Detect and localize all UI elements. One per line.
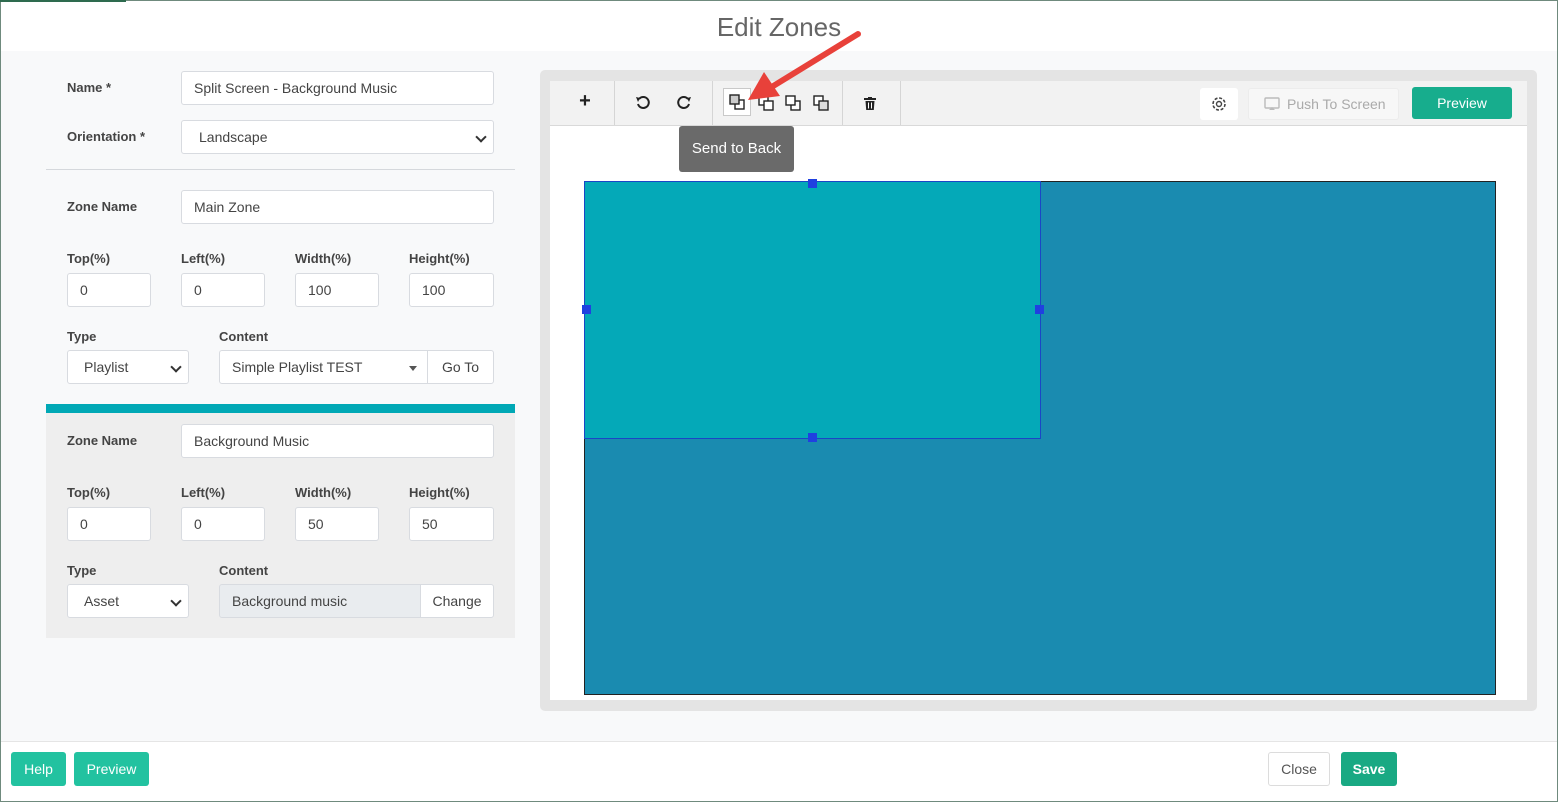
zone2-type-label: Type [67,563,97,578]
toolbar-separator [712,81,713,125]
annotation-arrow-icon [748,31,861,100]
zone1-top-label: Top(%) [67,251,111,266]
zone1-top-input[interactable]: 0 [67,273,151,307]
toolbar-separator [614,81,615,125]
save-button[interactable]: Save [1341,752,1397,786]
resize-handle-bottom[interactable] [808,433,817,442]
zone1-left-input[interactable]: 0 [181,273,265,307]
divider [46,169,515,170]
zone2-width-label: Width(%) [295,485,352,500]
zone2-content-field: Background music [219,584,421,618]
redo-icon[interactable] [674,93,694,113]
footer-divider [1,741,1557,742]
send-to-back-tooltip: Send to Back [679,126,794,172]
push-to-screen-label: Push To Screen [1287,96,1386,112]
undo-icon[interactable] [633,93,653,113]
zone1-content-select[interactable]: Simple Playlist TEST [219,350,428,384]
zone2-left-label: Left(%) [181,485,226,500]
zone2-top-label: Top(%) [67,485,111,500]
toolbar-preview-button[interactable]: Preview [1412,87,1512,119]
zone1-height-label: Height(%) [409,251,470,266]
orientation-select[interactable]: Landscape [181,120,494,154]
resize-handle-top[interactable] [808,179,817,188]
zone2-type-select[interactable]: Asset [67,584,189,618]
zone1-width-input[interactable]: 100 [295,273,379,307]
footer-preview-button[interactable]: Preview [74,752,149,786]
orientation-label: Orientation * [67,129,146,144]
gear-icon [1212,97,1226,111]
selected-zone[interactable] [584,181,1041,439]
add-zone-icon[interactable]: + [575,90,595,112]
zone1-type-select[interactable]: Playlist [67,350,189,384]
zone2-content-label: Content [219,563,269,578]
zone1-content-label: Content [219,329,269,344]
zone2-left-input[interactable]: 0 [181,507,265,541]
zone1-type-label: Type [67,329,97,344]
resize-handle-right[interactable] [1035,305,1044,314]
resize-handle-left[interactable] [582,305,591,314]
monitor-icon [1264,97,1280,110]
settings-button[interactable] [1200,88,1238,120]
zone2-top-input[interactable]: 0 [67,507,151,541]
zone1-height-input[interactable]: 100 [409,273,494,307]
zone1-width-label: Width(%) [295,251,352,266]
zone1-left-label: Left(%) [181,251,226,266]
zone2-width-input[interactable]: 50 [295,507,379,541]
close-button[interactable]: Close [1268,752,1330,786]
help-button[interactable]: Help [11,752,66,786]
toolbar-separator [900,81,901,125]
push-to-screen-button[interactable]: Push To Screen [1248,88,1399,120]
top-accent-line [0,0,126,2]
zone1-name-input[interactable]: Main Zone [181,190,494,224]
name-label: Name * [67,80,112,95]
name-input[interactable]: Split Screen - Background Music [181,71,494,105]
zone2-name-label: Zone Name [67,433,138,448]
change-button[interactable]: Change [420,584,494,618]
zone1-name-label: Zone Name [67,199,138,214]
zone2-name-input[interactable]: Background Music [181,424,494,458]
zone2-height-input[interactable]: 50 [409,507,494,541]
zone2-height-label: Height(%) [409,485,470,500]
go-to-button[interactable]: Go To [427,350,494,384]
